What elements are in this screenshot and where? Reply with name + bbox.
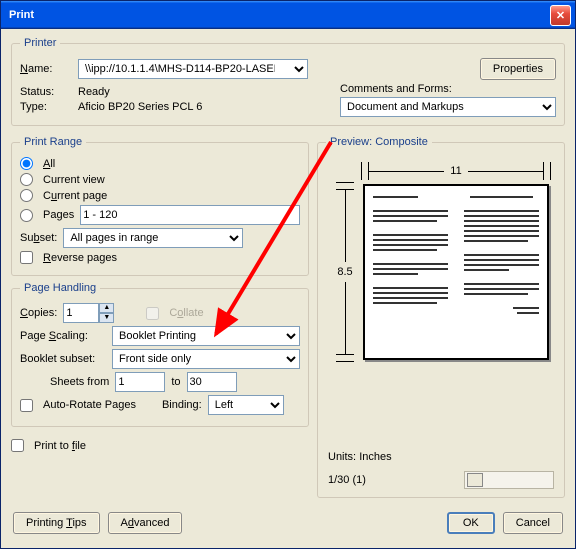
current-page-radio[interactable] (20, 189, 33, 202)
copies-spinner[interactable]: ▲▼ (63, 303, 114, 323)
height-value: 8.5 (337, 262, 352, 282)
sheets-to-label: to (171, 376, 180, 388)
printer-group: Printer Name: \\ipp://10.1.1.4\MHS-D114-… (11, 37, 565, 126)
name-label: Name: (20, 63, 72, 75)
window-title: Print (5, 9, 550, 21)
subset-select[interactable]: All pages in range (63, 228, 243, 248)
close-button[interactable]: ✕ (550, 5, 571, 26)
binding-label: Binding: (162, 399, 202, 411)
type-value: Aficio BP20 Series PCL 6 (78, 101, 202, 113)
advanced-button[interactable]: Advanced (108, 512, 183, 534)
units-label: Units: (328, 451, 356, 463)
titlebar[interactable]: Print ✕ (1, 1, 575, 29)
status-label: Status: (20, 86, 72, 98)
reverse-label: Reverse pages (43, 252, 117, 264)
handling-legend: Page Handling (20, 282, 100, 294)
status-value: Ready (78, 86, 110, 98)
pages-input[interactable] (80, 205, 300, 225)
properties-button[interactable]: Properties (480, 58, 556, 80)
dim-height: 8.5 (331, 182, 359, 362)
printer-name-select[interactable]: \\ipp://10.1.1.4\MHS-D114-BP20-LASER (78, 59, 308, 79)
printer-legend: Printer (20, 37, 60, 49)
print-to-file-checkbox[interactable] (11, 439, 24, 452)
copies-input[interactable] (63, 303, 99, 323)
preview-page (363, 184, 549, 360)
spin-down-icon[interactable]: ▼ (99, 313, 114, 323)
sheets-from-input[interactable] (115, 372, 165, 392)
current-page-label: Current page (43, 190, 107, 202)
all-radio[interactable] (20, 157, 33, 170)
auto-rotate-label: Auto-Rotate Pages (43, 399, 136, 411)
slider-thumb[interactable] (467, 473, 483, 487)
reverse-checkbox[interactable] (20, 251, 33, 264)
collate-label: Collate (169, 307, 203, 319)
page-handling-group: Page Handling Copies: ▲▼ Collate Page Sc… (11, 282, 309, 427)
preview-legend: Preview: Composite (326, 136, 432, 148)
pages-radio[interactable] (20, 209, 33, 222)
width-value: 11 (444, 165, 467, 177)
all-label: All (43, 158, 55, 170)
preview-group: Preview: Composite 11 8.5 (317, 136, 565, 498)
booklet-label: Booklet subset: (20, 353, 106, 365)
sheets-from-label: Sheets from (50, 376, 109, 388)
booklet-subset-select[interactable]: Front side only (112, 349, 300, 369)
auto-rotate-checkbox[interactable] (20, 399, 33, 412)
printing-tips-button[interactable]: Printing Tips (13, 512, 100, 534)
spin-up-icon[interactable]: ▲ (99, 303, 114, 313)
close-icon: ✕ (556, 9, 565, 22)
copies-label: Copies: (20, 307, 57, 319)
units-value: Inches (359, 451, 391, 463)
comments-label: Comments and Forms: (340, 83, 556, 95)
page-indicator: 1/30 (1) (328, 474, 366, 486)
current-view-radio[interactable] (20, 173, 33, 186)
cancel-button[interactable]: Cancel (503, 512, 563, 534)
print-to-file-label: Print to file (34, 440, 86, 452)
binding-select[interactable]: Left (208, 395, 284, 415)
scaling-label: Page Scaling: (20, 330, 106, 342)
collate-checkbox (146, 307, 159, 320)
range-legend: Print Range (20, 136, 86, 148)
print-range-group: Print Range All Current view Current pag… (11, 136, 309, 276)
print-dialog: Print ✕ Printer Name: \\ipp://10.1.1.4\M… (0, 0, 576, 549)
current-view-label: Current view (43, 174, 105, 186)
subset-label: Subset: (20, 232, 57, 244)
ok-button[interactable]: OK (447, 512, 495, 534)
preview-box: 11 8.5 (331, 162, 551, 362)
sheets-to-input[interactable] (187, 372, 237, 392)
page-scaling-select[interactable]: Booklet Printing (112, 326, 300, 346)
dim-width: 11 (361, 162, 551, 180)
comments-select[interactable]: Document and Markups (340, 97, 556, 117)
type-label: Type: (20, 101, 72, 113)
zoom-slider[interactable] (464, 471, 554, 489)
pages-label: Pages (43, 209, 74, 221)
